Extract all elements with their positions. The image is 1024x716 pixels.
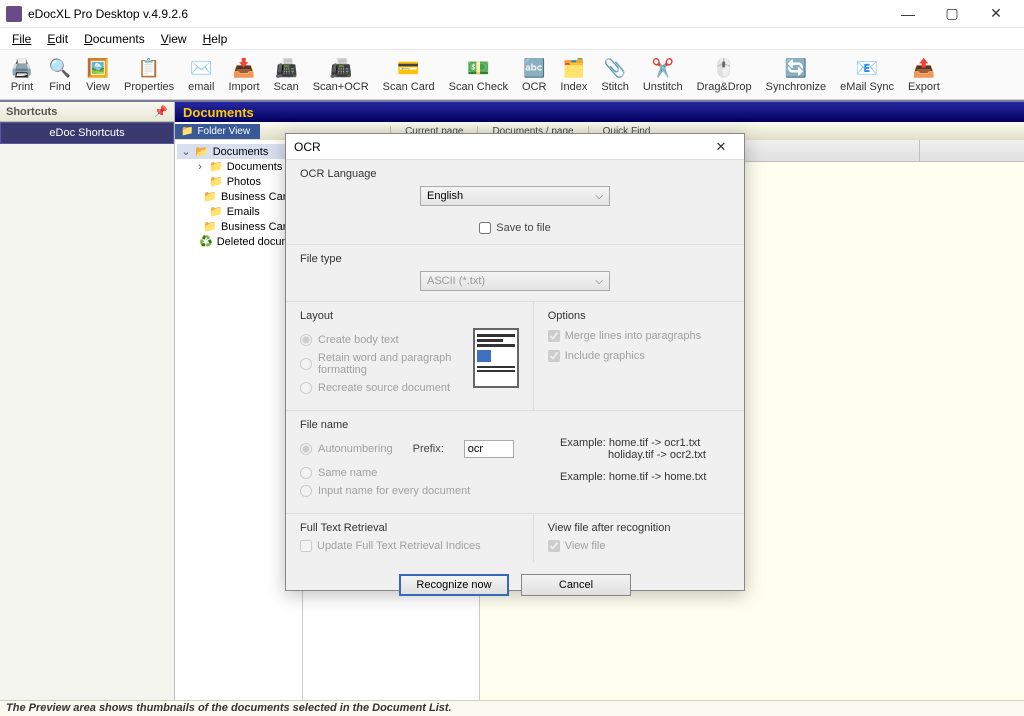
close-button[interactable]: ✕ bbox=[974, 0, 1018, 28]
toolbar-ocr[interactable]: 🔤OCR bbox=[516, 55, 552, 95]
email-icon: ✉️ bbox=[189, 57, 213, 81]
folder-icon: 📁 bbox=[209, 160, 223, 173]
cancel-button[interactable]: Cancel bbox=[521, 574, 631, 596]
dragdrop-icon: 🖱️ bbox=[712, 57, 736, 81]
ocr-language-select[interactable]: English bbox=[420, 186, 610, 206]
prefix-input[interactable] bbox=[464, 440, 514, 458]
folder-icon: 📁 bbox=[203, 190, 217, 203]
layout-body-text: Create body text bbox=[300, 334, 467, 346]
toolbar-dragdrop[interactable]: 🖱️Drag&Drop bbox=[691, 55, 758, 95]
documents-header: Documents bbox=[175, 102, 1024, 122]
export-icon: 📤 bbox=[912, 57, 936, 81]
toolbar-view[interactable]: 🖼️View bbox=[80, 55, 116, 95]
sidebar: Shortcuts 📌 eDoc Shortcuts bbox=[0, 102, 175, 700]
tree-node[interactable]: 📁Business Cards bbox=[177, 189, 300, 204]
toolbar-scancard[interactable]: 💳Scan Card bbox=[377, 55, 441, 95]
ocr-language-label: OCR Language bbox=[300, 168, 730, 180]
tree-node[interactable]: ›📁Documents bbox=[177, 159, 300, 174]
options-header: Options bbox=[548, 310, 730, 322]
unstitch-icon: ✂️ bbox=[651, 57, 675, 81]
scan-icon: 📠 bbox=[274, 57, 298, 81]
minimize-button[interactable]: — bbox=[886, 0, 930, 28]
folder-tree[interactable]: ⌄📂Documents›📁Documents📁Photos📁Business C… bbox=[175, 140, 303, 700]
toolbar-stitch[interactable]: 📎Stitch bbox=[595, 55, 635, 95]
toolbar-sync[interactable]: 🔄Synchronize bbox=[760, 55, 833, 95]
toolbar-email[interactable]: ✉️email bbox=[182, 55, 220, 95]
folder-icon: 📁 bbox=[203, 220, 217, 233]
filename-same-name: Same name bbox=[300, 467, 552, 479]
folder-icon: ♻️ bbox=[199, 235, 213, 248]
toolbar-emailsync[interactable]: 📧eMail Sync bbox=[834, 55, 900, 95]
tree-node[interactable]: ⌄📂Documents bbox=[177, 144, 300, 159]
ocr-dialog: OCR ✕ OCR Language English Save to file … bbox=[285, 133, 745, 591]
emailsync-icon: 📧 bbox=[855, 57, 879, 81]
toolbar-index[interactable]: 🗂️Index bbox=[554, 55, 593, 95]
filename-autonumber: Autonumbering bbox=[300, 443, 393, 455]
view-file-checkbox: View file bbox=[548, 540, 730, 552]
ftr-update-checkbox: Update Full Text Retrieval Indices bbox=[300, 540, 519, 552]
folder-icon: 📂 bbox=[195, 145, 209, 158]
tree-node[interactable]: ♻️Deleted documents bbox=[177, 234, 300, 249]
merge-lines-checkbox: Merge lines into paragraphs bbox=[548, 330, 730, 342]
scanocr-icon: 📠 bbox=[329, 57, 353, 81]
viewafter-header: View file after recognition bbox=[548, 522, 730, 534]
menu-edit[interactable]: Edit bbox=[39, 30, 76, 48]
sync-icon: 🔄 bbox=[784, 57, 808, 81]
tree-node[interactable]: 📁Photos bbox=[177, 174, 300, 189]
folder-icon: 📁 bbox=[209, 205, 223, 218]
window-title: eDocXL Pro Desktop v.4.9.2.6 bbox=[28, 7, 886, 21]
include-graphics-checkbox: Include graphics bbox=[548, 350, 730, 362]
filetype-label: File type bbox=[300, 253, 730, 265]
index-icon: 🗂️ bbox=[562, 57, 586, 81]
recognize-button[interactable]: Recognize now bbox=[399, 574, 509, 596]
dialog-close-button[interactable]: ✕ bbox=[706, 139, 736, 155]
pin-icon[interactable]: 📌 bbox=[154, 105, 168, 118]
sidebar-item-shortcuts[interactable]: eDoc Shortcuts bbox=[0, 122, 174, 144]
toolbar-scanocr[interactable]: 📠Scan+OCR bbox=[307, 55, 375, 95]
tree-node[interactable]: 📁Business Cards bbox=[177, 219, 300, 234]
scancard-icon: 💳 bbox=[397, 57, 421, 81]
filename-header: File name bbox=[300, 419, 730, 431]
print-icon: 🖨️ bbox=[10, 57, 34, 81]
maximize-button[interactable]: ▢ bbox=[930, 0, 974, 28]
tree-node[interactable]: 📁Emails bbox=[177, 204, 300, 219]
layout-retain-format: Retain word and paragraph formatting bbox=[300, 352, 467, 376]
layout-header: Layout bbox=[300, 310, 519, 322]
toolbar-properties[interactable]: 📋Properties bbox=[118, 55, 180, 95]
title-bar: eDocXL Pro Desktop v.4.9.2.6 — ▢ ✕ bbox=[0, 0, 1024, 28]
filename-input-every: Input name for every document bbox=[300, 485, 552, 497]
filetype-select: ASCII (*.txt) bbox=[420, 271, 610, 291]
toolbar-scancheck[interactable]: 💵Scan Check bbox=[443, 55, 514, 95]
toolbar-find[interactable]: 🔍Find bbox=[42, 55, 78, 95]
menu-help[interactable]: Help bbox=[195, 30, 236, 48]
layout-recreate: Recreate source document bbox=[300, 382, 467, 394]
status-bar: The Preview area shows thumbnails of the… bbox=[0, 700, 1024, 716]
toolbar-unstitch[interactable]: ✂️Unstitch bbox=[637, 55, 689, 95]
menu-bar: File Edit Documents View Help bbox=[0, 28, 1024, 50]
save-to-file-checkbox[interactable]: Save to file bbox=[479, 222, 550, 234]
view-icon: 🖼️ bbox=[86, 57, 110, 81]
ftr-header: Full Text Retrieval bbox=[300, 522, 519, 534]
tab-folder-view[interactable]: 📁Folder View bbox=[175, 124, 260, 139]
stitch-icon: 📎 bbox=[603, 57, 627, 81]
find-icon: 🔍 bbox=[48, 57, 72, 81]
dialog-title: OCR bbox=[294, 140, 321, 154]
folder-icon: 📁 bbox=[209, 175, 223, 188]
toolbar-scan[interactable]: 📠Scan bbox=[268, 55, 305, 95]
import-icon: 📥 bbox=[232, 57, 256, 81]
menu-documents[interactable]: Documents bbox=[76, 30, 153, 48]
toolbar: 🖨️Print🔍Find🖼️View📋Properties✉️email📥Imp… bbox=[0, 50, 1024, 100]
scancheck-icon: 💵 bbox=[466, 57, 490, 81]
sidebar-header: Shortcuts 📌 bbox=[0, 102, 174, 122]
toolbar-print[interactable]: 🖨️Print bbox=[4, 55, 40, 95]
properties-icon: 📋 bbox=[137, 57, 161, 81]
layout-preview-icon bbox=[473, 328, 519, 388]
menu-file[interactable]: File bbox=[4, 30, 39, 48]
ocr-icon: 🔤 bbox=[522, 57, 546, 81]
toolbar-export[interactable]: 📤Export bbox=[902, 55, 946, 95]
toolbar-import[interactable]: 📥Import bbox=[222, 55, 265, 95]
app-icon bbox=[6, 6, 22, 22]
menu-view[interactable]: View bbox=[153, 30, 195, 48]
